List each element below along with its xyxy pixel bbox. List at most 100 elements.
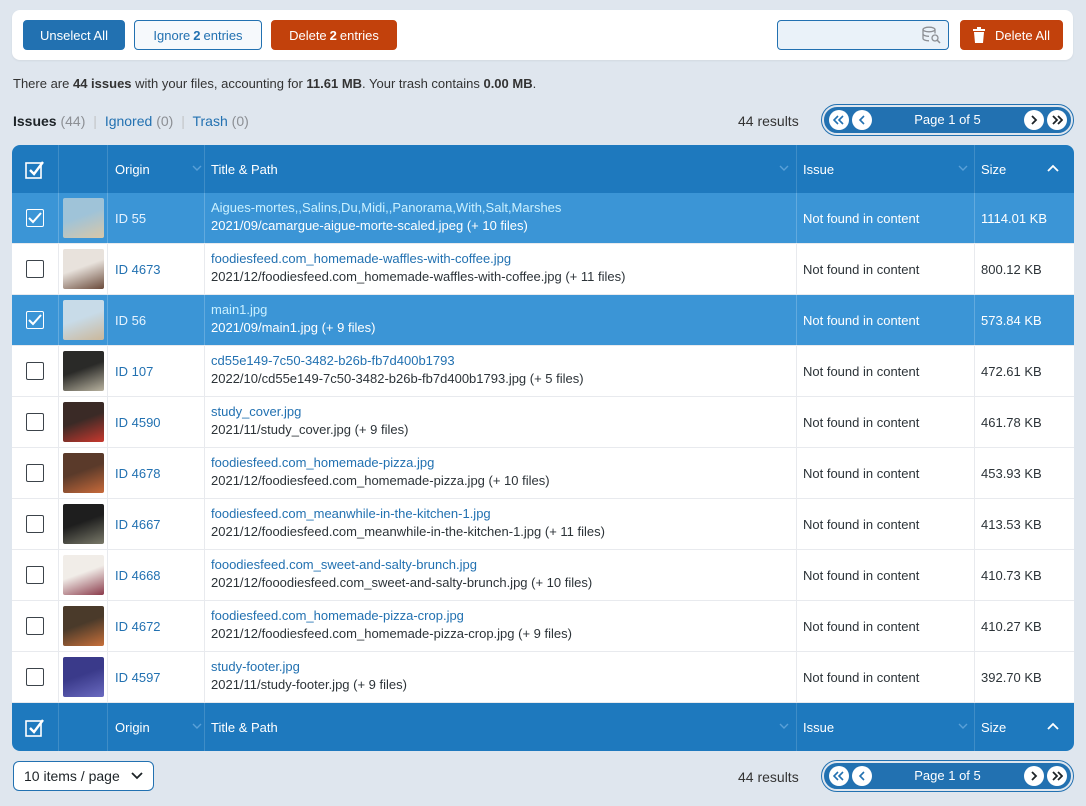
last-page-icon[interactable] xyxy=(1047,110,1067,130)
file-size: 800.12 KB xyxy=(981,262,1042,277)
pagination-bottom: Page 1 of 5 xyxy=(821,760,1074,792)
thumbnail-image xyxy=(63,555,104,595)
issue-text: Not found in content xyxy=(803,517,920,532)
row-checkbox[interactable] xyxy=(26,566,44,584)
sort-down-icon xyxy=(958,165,968,171)
column-origin[interactable]: Origin xyxy=(108,145,205,193)
next-page-icon[interactable] xyxy=(1024,110,1044,130)
checkmark-icon xyxy=(28,212,42,224)
results-count: 44 results xyxy=(738,113,799,129)
thumbnail-image xyxy=(63,453,104,493)
items-per-page-label: 10 items / page xyxy=(24,768,120,784)
checkbox-checked-icon xyxy=(25,719,44,737)
issue-text: Not found in content xyxy=(803,313,920,328)
media-title-link[interactable]: Aigues-mortes,,Salins,Du,Midi,,Panorama,… xyxy=(211,200,561,215)
sort-up-icon xyxy=(1047,722,1059,730)
issues-count: 44 issues xyxy=(72,76,132,91)
summary-text: There are 44 issues with your files, acc… xyxy=(13,76,537,91)
column-issue-bottom[interactable]: Issue xyxy=(797,703,975,751)
column-size-bottom[interactable]: Size xyxy=(975,703,1074,751)
media-title-link[interactable]: cd55e149-7c50-3482-b26b-fb7d400b1793 xyxy=(211,353,455,368)
origin-id-link[interactable]: ID 107 xyxy=(115,364,153,379)
origin-id-link[interactable]: ID 4673 xyxy=(115,262,161,277)
delete-all-label: Delete All xyxy=(995,27,1050,43)
file-size: 410.73 KB xyxy=(981,568,1042,583)
row-checkbox[interactable] xyxy=(26,668,44,686)
media-title-link[interactable]: study_cover.jpg xyxy=(211,404,301,419)
column-origin-bottom[interactable]: Origin xyxy=(108,703,205,751)
media-title-link[interactable]: study-footer.jpg xyxy=(211,659,300,674)
table-row[interactable]: ID 4673 foodiesfeed.com_homemade-waffles-… xyxy=(12,244,1074,295)
sort-down-icon xyxy=(779,723,789,729)
last-page-icon[interactable] xyxy=(1047,766,1067,786)
search-input[interactable] xyxy=(778,21,918,47)
column-size[interactable]: Size xyxy=(975,145,1074,193)
origin-id-link[interactable]: ID 56 xyxy=(115,313,146,328)
table-row[interactable]: ID 4597 study-footer.jpg 2021/11/study-foo… xyxy=(12,652,1074,703)
row-checkbox[interactable] xyxy=(26,413,44,431)
column-issue[interactable]: Issue xyxy=(797,145,975,193)
table-row[interactable]: ID 4668 fooodiesfeed.com_sweet-and-salty-… xyxy=(12,550,1074,601)
origin-id-link[interactable]: ID 55 xyxy=(115,211,146,226)
media-title-link[interactable]: foodiesfeed.com_meanwhile-in-the-kitchen… xyxy=(211,506,491,521)
file-size: 413.53 KB xyxy=(981,517,1042,532)
checkmark-icon xyxy=(28,314,42,326)
media-title-link[interactable]: foodiesfeed.com_homemade-pizza-crop.jpg xyxy=(211,608,464,623)
origin-id-link[interactable]: ID 4672 xyxy=(115,619,161,634)
column-title-path-bottom[interactable]: Title & Path xyxy=(205,703,797,751)
row-checkbox[interactable] xyxy=(26,464,44,482)
media-title-link[interactable]: main1.jpg xyxy=(211,302,267,317)
tab-trash[interactable]: Trash xyxy=(192,113,227,129)
row-checkbox[interactable] xyxy=(26,362,44,380)
row-checkbox[interactable] xyxy=(26,311,44,329)
next-page-icon[interactable] xyxy=(1024,766,1044,786)
table-row[interactable]: ID 4672 foodiesfeed.com_homemade-pizza-cr… xyxy=(12,601,1074,652)
row-checkbox[interactable] xyxy=(26,617,44,635)
delete-count: 2 xyxy=(329,27,337,43)
search-box xyxy=(777,20,949,50)
file-size: 1114.01 KB xyxy=(981,211,1048,226)
row-checkbox[interactable] xyxy=(26,260,44,278)
media-path: 2021/11/study-footer.jpg (+ 9 files) xyxy=(211,677,407,692)
origin-id-link[interactable]: ID 4678 xyxy=(115,466,161,481)
tab-ignored[interactable]: Ignored xyxy=(105,113,152,129)
origin-id-link[interactable]: ID 4597 xyxy=(115,670,161,685)
delete-all-button[interactable]: Delete All xyxy=(960,20,1063,50)
issue-text: Not found in content xyxy=(803,415,920,430)
media-path: 2022/10/cd55e149-7c50-3482-b26b-fb7d400b… xyxy=(211,371,584,386)
table-row[interactable]: ID 4678 foodiesfeed.com_homemade-pizza.jp… xyxy=(12,448,1074,499)
origin-id-link[interactable]: ID 4668 xyxy=(115,568,161,583)
issue-text: Not found in content xyxy=(803,568,920,583)
select-all-checkbox-bottom[interactable] xyxy=(12,703,59,751)
table-row[interactable]: ID 55 Aigues-mortes,,Salins,Du,Midi,,Pano… xyxy=(12,193,1074,244)
thumbnail-image xyxy=(63,657,104,697)
table-row[interactable]: ID 56 main1.jpg 2021/09/main1.jpg (+ 9 fil… xyxy=(12,295,1074,346)
table-row[interactable]: ID 4590 study_cover.jpg 2021/11/study_cove… xyxy=(12,397,1074,448)
tab-issues[interactable]: Issues xyxy=(13,113,57,129)
row-checkbox[interactable] xyxy=(26,209,44,227)
delete-entries-button[interactable]: Delete 2 entries xyxy=(271,20,397,50)
media-path: 2021/12/foodiesfeed.com_homemade-waffles… xyxy=(211,269,626,284)
table-row[interactable]: ID 107 cd55e149-7c50-3482-b26b-fb7d400b17… xyxy=(12,346,1074,397)
ignore-label: Ignore xyxy=(153,27,191,43)
items-per-page-select[interactable]: 10 items / page xyxy=(13,761,154,791)
ignore-count: 2 xyxy=(193,27,201,43)
media-title-link[interactable]: foodiesfeed.com_homemade-waffles-with-co… xyxy=(211,251,511,266)
database-search-icon[interactable] xyxy=(922,26,942,47)
media-path: 2021/12/foodiesfeed.com_homemade-pizza.j… xyxy=(211,473,550,488)
media-title-link[interactable]: foodiesfeed.com_homemade-pizza.jpg xyxy=(211,455,434,470)
origin-id-link[interactable]: ID 4590 xyxy=(115,415,161,430)
row-checkbox[interactable] xyxy=(26,515,44,533)
select-all-checkbox[interactable] xyxy=(12,145,59,193)
table-row[interactable]: ID 4667 foodiesfeed.com_meanwhile-in-the-… xyxy=(12,499,1074,550)
media-path: 2021/12/foodiesfeed.com_homemade-pizza-c… xyxy=(211,626,572,641)
thumbnail-image xyxy=(63,402,104,442)
column-title-path[interactable]: Title & Path xyxy=(205,145,797,193)
media-title-link[interactable]: fooodiesfeed.com_sweet-and-salty-brunch.… xyxy=(211,557,477,572)
media-path: 2021/09/camargue-aigue-morte-scaled.jpeg… xyxy=(211,218,528,233)
sort-down-icon xyxy=(958,723,968,729)
origin-id-link[interactable]: ID 4667 xyxy=(115,517,161,532)
tab-issues-count: (44) xyxy=(60,113,86,129)
unselect-all-button[interactable]: Unselect All xyxy=(23,20,125,50)
ignore-entries-button[interactable]: Ignore 2 entries xyxy=(134,20,262,50)
